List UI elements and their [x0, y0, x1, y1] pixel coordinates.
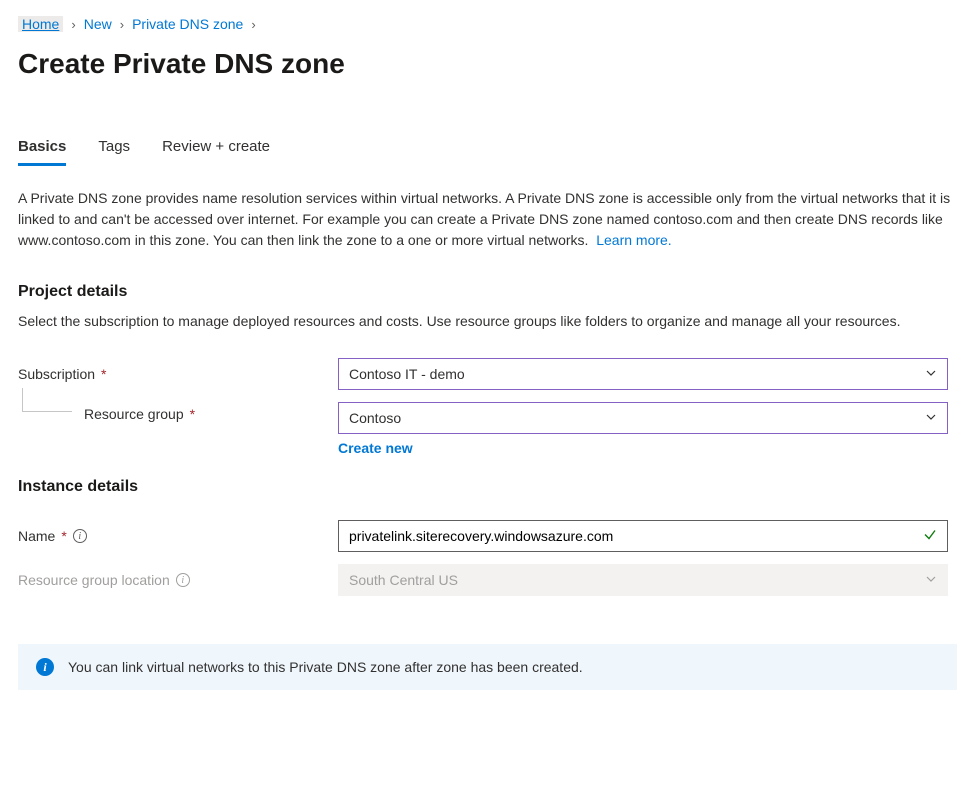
learn-more-link[interactable]: Learn more. [596, 232, 671, 248]
tab-review-create[interactable]: Review + create [162, 138, 270, 166]
name-input[interactable] [349, 528, 915, 544]
tabs: Basics Tags Review + create [18, 138, 957, 166]
breadcrumb: Home › New › Private DNS zone › [18, 16, 957, 32]
info-banner: i You can link virtual networks to this … [18, 644, 957, 690]
chevron-down-icon [925, 366, 937, 382]
required-mark: * [101, 366, 106, 382]
tab-basics[interactable]: Basics [18, 138, 66, 166]
breadcrumb-new[interactable]: New [84, 16, 112, 32]
chevron-down-icon [925, 410, 937, 426]
chevron-right-icon: › [251, 17, 255, 32]
tab-description: A Private DNS zone provides name resolut… [18, 188, 957, 251]
page-title: Create Private DNS zone [18, 48, 957, 80]
name-row: Name * i [18, 520, 957, 552]
name-input-wrapper [338, 520, 948, 552]
location-row: Resource group location i South Central … [18, 564, 957, 596]
create-new-link[interactable]: Create new [338, 440, 413, 456]
instance-details-title: Instance details [18, 478, 957, 496]
subscription-select[interactable]: Contoso IT - demo [338, 358, 948, 390]
project-details-title: Project details [18, 283, 957, 301]
location-select: South Central US [338, 564, 948, 596]
chevron-right-icon: › [71, 17, 75, 32]
required-mark: * [190, 406, 195, 422]
resource-group-row: Resource group * Contoso Create new [18, 402, 957, 456]
location-value: South Central US [349, 572, 458, 588]
subscription-row: Subscription * Contoso IT - demo [18, 358, 957, 390]
resource-group-label: Resource group [84, 406, 184, 422]
resource-group-select[interactable]: Contoso [338, 402, 948, 434]
resource-group-value: Contoso [349, 410, 401, 426]
location-label: Resource group location i [18, 572, 338, 588]
info-icon[interactable]: i [73, 529, 87, 543]
resource-group-label-col: Resource group * [18, 402, 338, 422]
info-icon[interactable]: i [176, 573, 190, 587]
tab-tags[interactable]: Tags [98, 138, 130, 166]
chevron-down-icon [925, 572, 937, 588]
subscription-label: Subscription * [18, 366, 338, 382]
indent-connector [22, 388, 72, 412]
breadcrumb-private-dns[interactable]: Private DNS zone [132, 16, 243, 32]
info-banner-text: You can link virtual networks to this Pr… [68, 659, 583, 675]
info-circle-icon: i [36, 658, 54, 676]
breadcrumb-home[interactable]: Home [18, 16, 63, 32]
check-icon [923, 528, 937, 545]
subscription-value: Contoso IT - demo [349, 366, 465, 382]
name-label: Name * i [18, 528, 338, 544]
chevron-right-icon: › [120, 17, 124, 32]
required-mark: * [61, 528, 66, 544]
project-details-subtitle: Select the subscription to manage deploy… [18, 311, 957, 332]
